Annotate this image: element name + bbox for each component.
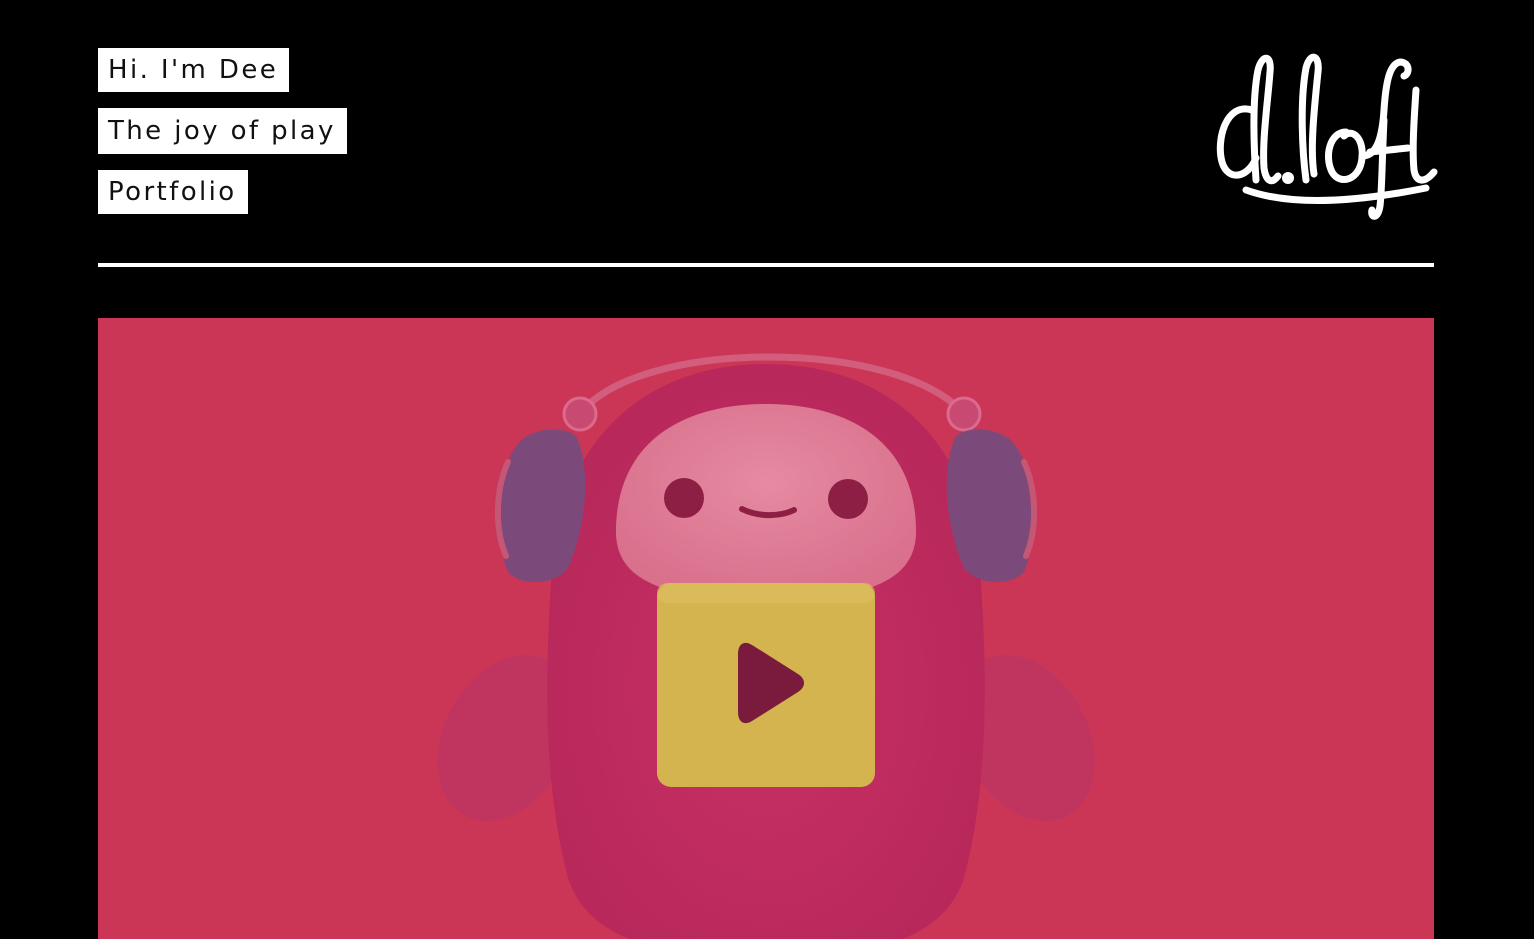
- dloft-logo[interactable]: [1206, 40, 1442, 225]
- nav-item-hi-im-dee[interactable]: Hi. I'm Dee: [98, 48, 290, 92]
- nav-item-joy-of-play[interactable]: The joy of play: [98, 108, 347, 154]
- nav-item-portfolio[interactable]: Portfolio: [98, 170, 248, 214]
- page: Hi. I'm Dee The joy of play Portfolio: [0, 0, 1534, 939]
- header-divider: [98, 263, 1434, 267]
- video-thumbnail: [98, 318, 1434, 939]
- play-button[interactable]: [657, 583, 875, 787]
- dloft-logo-graphic: [1216, 53, 1438, 220]
- video-player[interactable]: [98, 318, 1434, 939]
